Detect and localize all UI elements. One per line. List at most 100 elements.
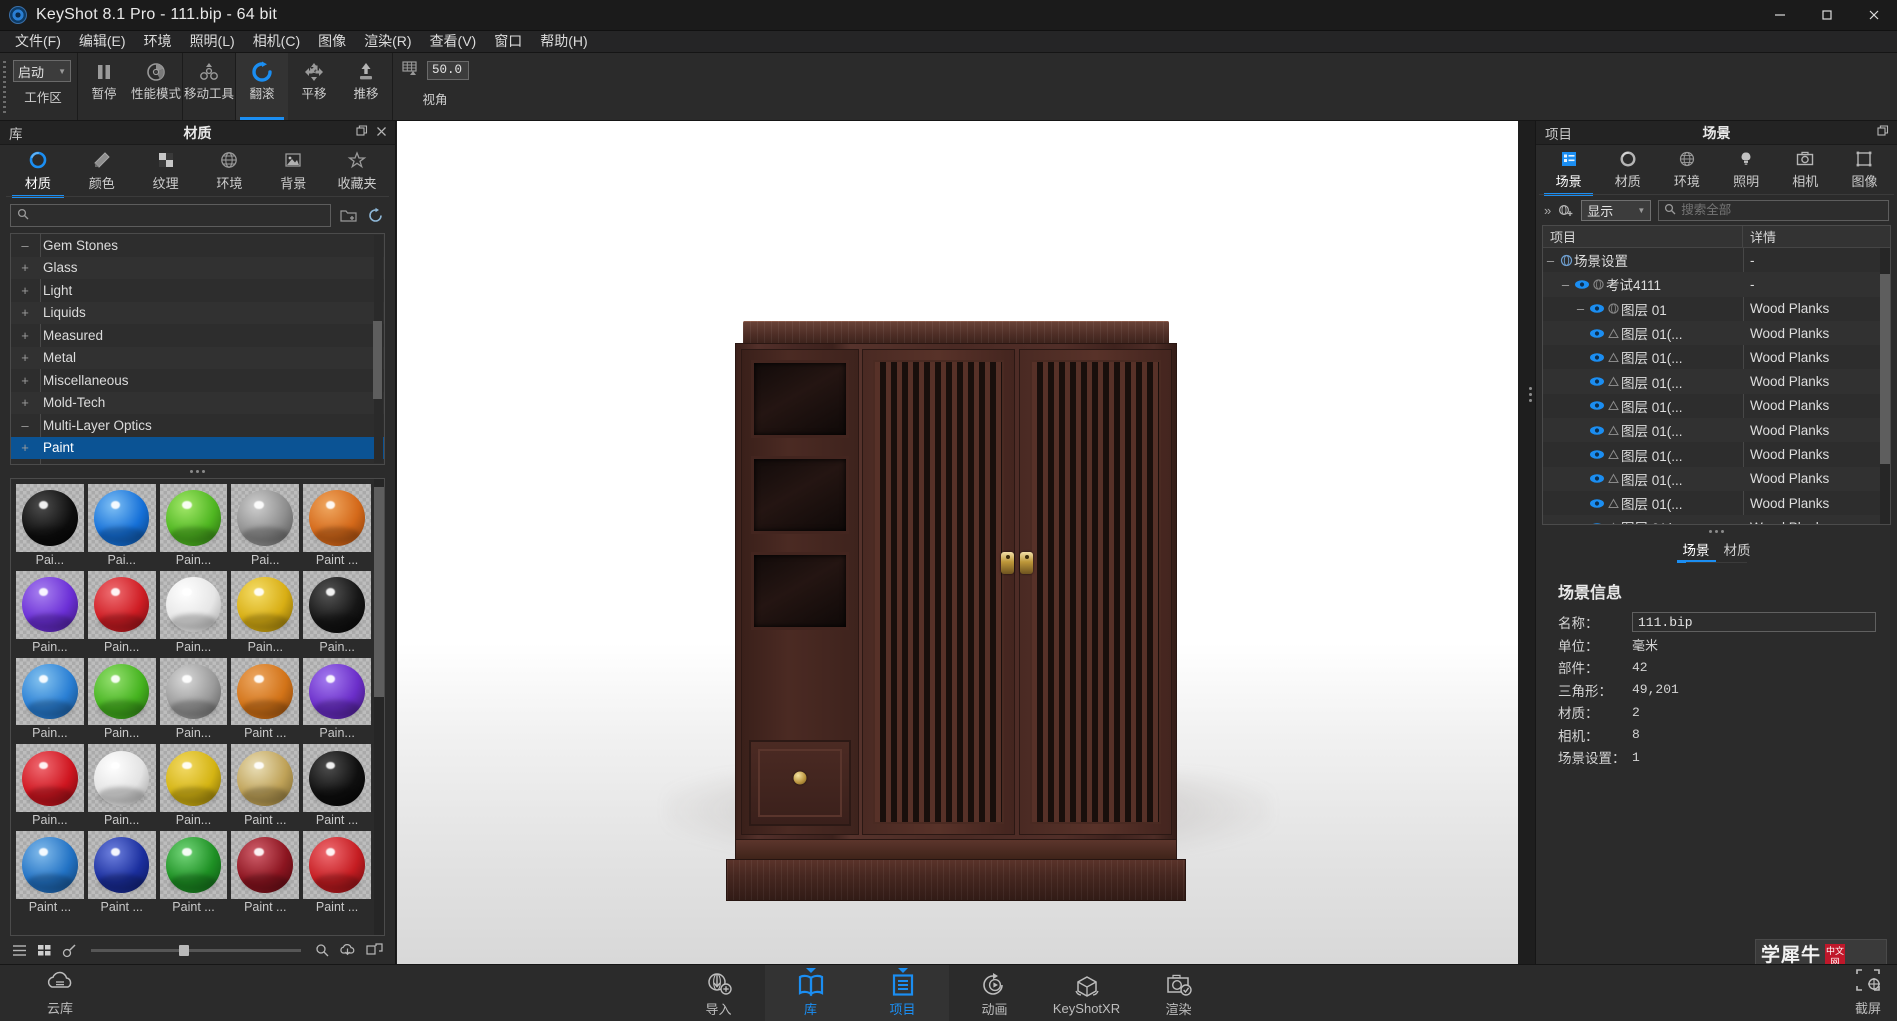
visibility-eye-icon[interactable] — [1588, 473, 1605, 484]
screenshot-button[interactable]: 截屏 — [1853, 967, 1897, 1021]
project-tab-camera[interactable]: 相机 — [1776, 148, 1835, 195]
scene-tree[interactable]: 项目 详情 – 场景设置 - – 考试4111 - – 图层 01 Wood P… — [1542, 225, 1891, 525]
tree-expander-icon[interactable]: + — [17, 305, 33, 320]
scene-tree-scrollbar[interactable] — [1880, 248, 1890, 524]
visibility-eye-icon[interactable] — [1588, 522, 1605, 524]
menu-view[interactable]: 查看(V) — [421, 29, 486, 54]
material-swatch[interactable]: Paint ... — [301, 829, 373, 916]
render-button[interactable]: 渲染 — [1133, 965, 1225, 1021]
visibility-eye-icon[interactable] — [1588, 425, 1605, 436]
tree-expander-icon[interactable]: + — [17, 328, 33, 343]
library-tree-item[interactable]: + Liquids — [11, 301, 384, 324]
menu-help[interactable]: 帮助(H) — [531, 29, 596, 54]
scene-tree-row[interactable]: – 场景设置 - — [1543, 248, 1890, 272]
dolly-button[interactable]: 推移 — [340, 53, 392, 120]
project-tab-material[interactable]: 材质 — [1598, 148, 1657, 195]
tree-expander-icon[interactable]: + — [17, 463, 33, 464]
visibility-eye-icon[interactable] — [1588, 352, 1605, 363]
cabinet-3d-model[interactable] — [726, 321, 1186, 901]
menu-render[interactable]: 渲染(R) — [355, 29, 420, 54]
library-tree-item[interactable]: – Multi-Layer Optics — [11, 414, 384, 437]
visibility-eye-icon[interactable] — [1573, 279, 1590, 290]
pan-button[interactable]: 平移 — [288, 53, 340, 120]
library-search-input[interactable] — [34, 208, 330, 222]
material-swatch[interactable]: Paint ... — [86, 829, 158, 916]
menu-lighting[interactable]: 照明(L) — [181, 29, 244, 54]
scene-tree-row[interactable]: – 图层 01 Wood Planks — [1543, 297, 1890, 321]
move-tool-button[interactable]: 移动工具 — [183, 53, 235, 120]
search-small-icon[interactable] — [315, 943, 329, 957]
tree-expander-icon[interactable]: – — [1543, 253, 1558, 268]
material-swatch[interactable]: Pai... — [14, 482, 86, 569]
material-swatch[interactable]: Pain... — [14, 742, 86, 829]
scene-tree-row[interactable]: 图层 01(... Wood Planks — [1543, 418, 1890, 443]
library-search-box[interactable] — [10, 203, 331, 227]
tree-expander-icon[interactable]: – — [1573, 301, 1588, 316]
material-swatch[interactable]: Paint ... — [229, 656, 301, 743]
library-tree-item[interactable]: + Miscellaneous — [11, 369, 384, 392]
library-tab-backgrounds[interactable]: 背景 — [261, 148, 325, 197]
swatch-size-slider[interactable] — [91, 944, 301, 956]
material-swatch[interactable]: Paint ... — [301, 742, 373, 829]
tree-expander-icon[interactable]: + — [17, 283, 33, 298]
library-tree-item[interactable]: + Metal — [11, 346, 384, 369]
chevron-double-right-icon[interactable]: » — [1544, 203, 1551, 218]
library-tree-item[interactable]: + Mold-Tech — [11, 391, 384, 414]
material-swatch[interactable]: Pain... — [229, 569, 301, 656]
tree-expander-icon[interactable]: + — [17, 260, 33, 275]
library-category-tree[interactable]: – Gem Stones + Glass + Light + Liquids + — [10, 233, 385, 465]
scene-search-input[interactable] — [1681, 203, 1888, 217]
menu-file[interactable]: 文件(F) — [6, 29, 70, 54]
scene-tree-row[interactable]: 图层 01(... Wood Planks — [1543, 394, 1890, 418]
menu-edit[interactable]: 编辑(E) — [70, 29, 135, 54]
project-panel-splitter[interactable] — [1536, 525, 1897, 537]
scene-tree-row[interactable]: 图层 01(... Wood Planks — [1543, 491, 1890, 515]
library-tree-item[interactable]: + Glass — [11, 256, 384, 279]
material-swatch[interactable]: Pain... — [158, 742, 230, 829]
scene-tree-row[interactable]: – 考试4111 - — [1543, 272, 1890, 297]
material-swatch[interactable]: Paint ... — [14, 829, 86, 916]
library-tree-item[interactable]: + Light — [11, 279, 384, 302]
visibility-eye-icon[interactable] — [1588, 328, 1605, 339]
scene-tree-row[interactable]: 图层 01(... Wood Planks — [1543, 466, 1890, 491]
project-tab-image[interactable]: 图像 — [1835, 148, 1894, 195]
library-tab-favorites[interactable]: 收藏夹 — [325, 148, 389, 197]
grid-view-icon[interactable] — [37, 944, 52, 957]
column-header-detail[interactable]: 详情 — [1743, 226, 1890, 247]
add-folder-icon[interactable] — [339, 206, 358, 225]
library-tab-environments[interactable]: 环境 — [197, 148, 261, 197]
scene-tree-row[interactable]: 图层 01(... Wood Planks — [1543, 320, 1890, 346]
material-swatch[interactable]: Paint ... — [229, 742, 301, 829]
menu-image[interactable]: 图像 — [309, 29, 355, 54]
project-tab-environment[interactable]: 环境 — [1657, 148, 1716, 195]
library-splitter-handle[interactable] — [0, 465, 395, 478]
material-swatch[interactable]: Pain... — [158, 569, 230, 656]
eyedropper-icon[interactable] — [62, 943, 77, 958]
scene-tree-row[interactable]: 图层 01(... Wood Planks — [1543, 345, 1890, 369]
refresh-icon[interactable] — [366, 206, 385, 225]
material-swatch[interactable]: Paint ... — [229, 829, 301, 916]
import-button[interactable]: 导入 — [673, 965, 765, 1021]
library-tree-item-paint[interactable]: + Paint — [11, 436, 384, 459]
material-swatch[interactable]: Pain... — [14, 656, 86, 743]
library-tree-item[interactable]: + Plastic — [11, 459, 384, 464]
material-swatch[interactable]: Pain... — [158, 656, 230, 743]
column-header-item[interactable]: 项目 — [1543, 226, 1743, 247]
toolbar-drag-handle[interactable] — [0, 53, 9, 120]
material-swatch-area[interactable]: Pai... Pai... Pain... Pai... Paint ... P… — [10, 478, 385, 936]
menu-environment[interactable]: 环境 — [135, 29, 181, 54]
maximize-button[interactable] — [1803, 0, 1850, 31]
scene-search-box[interactable] — [1658, 199, 1889, 221]
project-tab-lighting[interactable]: 照明 — [1717, 148, 1776, 195]
performance-mode-button[interactable]: 性能模式 — [130, 53, 182, 120]
tree-expander-icon[interactable]: + — [17, 395, 33, 410]
visibility-eye-icon[interactable] — [1588, 449, 1605, 460]
material-swatch[interactable]: Paint ... — [158, 829, 230, 916]
visibility-eye-icon[interactable] — [1588, 400, 1605, 411]
scene-name-input[interactable]: 111.bip — [1632, 612, 1876, 633]
minimize-button[interactable] — [1756, 0, 1803, 31]
library-tree-item[interactable]: – Gem Stones — [11, 234, 384, 257]
tree-expander-icon[interactable]: – — [17, 238, 33, 253]
library-tree-scrollbar[interactable] — [373, 235, 383, 463]
tumble-button[interactable]: 翻滚 — [236, 53, 288, 120]
